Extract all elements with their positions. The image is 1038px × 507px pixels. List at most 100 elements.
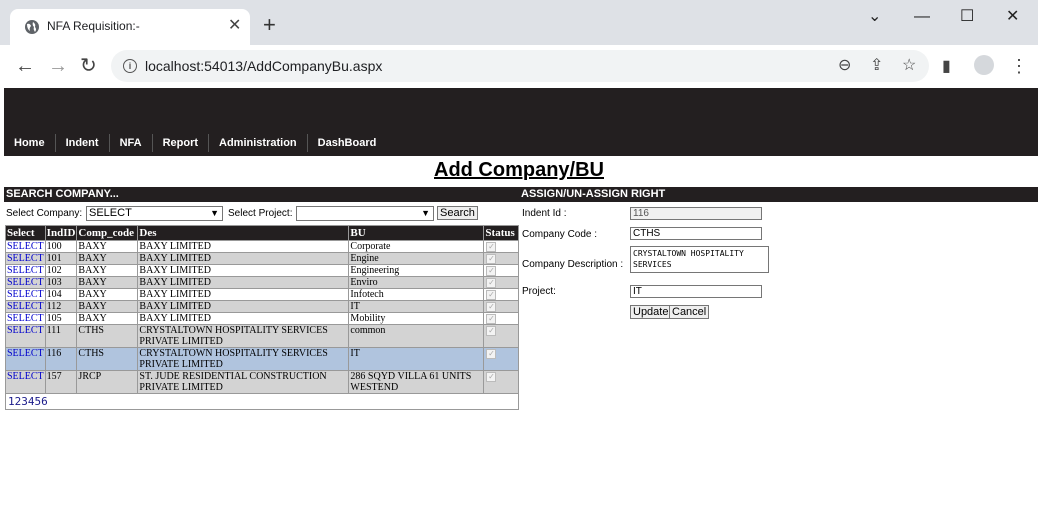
forward-icon[interactable]: → xyxy=(48,56,68,76)
cell-status: ✓ xyxy=(483,252,519,265)
cell-indid: 104 xyxy=(44,288,78,301)
zoom-icon[interactable]: ⊖ xyxy=(838,56,851,76)
bookmark-star-icon[interactable]: ☆ xyxy=(902,56,916,76)
company-code-field[interactable]: CTHS xyxy=(630,227,762,240)
company-code-label: Company Code : xyxy=(522,229,598,240)
cell-comp-code-text: BAXY xyxy=(78,313,107,324)
cell-bu: Corporate xyxy=(348,240,485,253)
select-link: SELECT xyxy=(5,324,46,348)
cell-bu-text: Engine xyxy=(350,253,379,264)
col-comp-code: Comp_code xyxy=(76,225,139,241)
cell-indid-text: 101 xyxy=(46,253,62,264)
cell-comp-code: BAXY xyxy=(76,252,139,265)
url-text: localhost:54013/AddCompanyBu.aspx xyxy=(145,58,383,74)
cell-des-text: BAXY LIMITED xyxy=(139,301,211,312)
new-tab-icon[interactable]: + xyxy=(263,14,276,36)
select-link: SELECT xyxy=(5,252,46,265)
update-button[interactable]: Update xyxy=(630,305,672,319)
maximize-icon[interactable]: ☐ xyxy=(960,8,974,26)
cell-status: ✓ xyxy=(483,300,519,313)
cell-status: ✓ xyxy=(483,264,519,277)
cell-comp-code-text: BAXY xyxy=(78,265,107,276)
cell-comp-code-text: CTHS xyxy=(78,325,104,336)
cell-status: ✓ xyxy=(483,276,519,289)
profile-avatar-icon[interactable] xyxy=(974,55,994,75)
status-checkbox: ✓ xyxy=(486,290,497,300)
cell-indid-text: 103 xyxy=(46,277,62,288)
indent-id-field[interactable]: 116 xyxy=(630,207,762,220)
select-link-text[interactable]: SELECT xyxy=(7,313,44,324)
browser-tab[interactable]: NFA Requisition:- ✕ xyxy=(10,9,250,45)
browser-toolbar: ← → ↻ i localhost:54013/AddCompanyBu.asp… xyxy=(0,45,1038,89)
select-link-text[interactable]: SELECT xyxy=(7,348,44,359)
menu-report[interactable]: Report xyxy=(153,134,210,152)
col-bu: BU xyxy=(348,225,485,241)
col-des: Des xyxy=(137,225,350,241)
status-checkbox: ✓ xyxy=(486,242,497,252)
select-link-text[interactable]: SELECT xyxy=(7,301,44,312)
cell-bu: Enviro xyxy=(348,276,485,289)
select-link-text[interactable]: SELECT xyxy=(7,265,44,276)
back-icon[interactable]: ← xyxy=(15,56,35,76)
address-bar[interactable]: i localhost:54013/AddCompanyBu.aspx ⊖ ⇪ … xyxy=(111,50,929,82)
select-link-text[interactable]: SELECT xyxy=(7,371,44,382)
status-checkbox: ✓ xyxy=(486,314,497,324)
cell-bu: 286 SQYD VILLA 61 UNITS WESTEND xyxy=(348,370,485,394)
menu-administration[interactable]: Administration xyxy=(209,134,308,152)
select-link-text[interactable]: SELECT xyxy=(7,277,44,288)
cell-des-text: BAXY LIMITED xyxy=(139,277,211,288)
cell-bu: Infotech xyxy=(348,288,485,301)
cell-indid: 102 xyxy=(44,264,78,277)
share-icon[interactable]: ⇪ xyxy=(870,56,883,76)
globe-icon xyxy=(25,20,39,34)
pager-links[interactable]: 123456 xyxy=(5,393,519,410)
select-link-text[interactable]: SELECT xyxy=(7,253,44,264)
cell-bu-text: 286 SQYD VILLA 61 UNITS WESTEND xyxy=(350,371,472,393)
company-label: Select Company: xyxy=(6,208,83,219)
cell-des: BAXY LIMITED xyxy=(137,276,350,289)
select-link: SELECT xyxy=(5,300,46,313)
cell-des-text: BAXY LIMITED xyxy=(139,289,211,300)
project-field-label: Project: xyxy=(522,286,556,297)
cell-indid: 112 xyxy=(44,300,78,313)
company-select[interactable]: SELECT ▼ xyxy=(86,206,223,221)
side-panel-icon[interactable]: ▮ xyxy=(942,57,951,77)
project-label: Select Project: xyxy=(228,208,293,219)
cell-comp-code: CTHS xyxy=(76,347,139,371)
main-menu: Home Indent NFA Report Administration Da… xyxy=(4,134,386,152)
table-row: SELECT 111 CTHS CRYSTALTOWN HOSPITALITY SER… xyxy=(5,324,519,348)
company-description-field[interactable]: CRYSTALTOWN HOSPITALITY SERVICES xyxy=(630,246,769,273)
cancel-button[interactable]: Cancel xyxy=(669,305,710,319)
chevron-down-icon[interactable]: ⌄ xyxy=(868,8,881,26)
table-row: SELECT 103 BAXY BAXY LIMITED Enviro ✓ xyxy=(5,276,519,289)
menu-home[interactable]: Home xyxy=(4,134,56,152)
browser-tab-bar: NFA Requisition:- ✕ + ⌄ — ☐ ✕ xyxy=(0,0,1038,45)
tab-close-icon[interactable]: ✕ xyxy=(228,17,241,35)
cell-comp-code: CTHS xyxy=(76,324,139,348)
minimize-icon[interactable]: — xyxy=(914,8,930,26)
cell-comp-code-text: CTHS xyxy=(78,348,104,359)
cell-comp-code: BAXY xyxy=(76,264,139,277)
cell-des: BAXY LIMITED xyxy=(137,240,350,253)
status-checkbox: ✓ xyxy=(486,254,497,264)
project-select[interactable]: ▼ xyxy=(296,206,434,221)
search-button[interactable]: Search xyxy=(437,206,478,220)
select-link-text[interactable]: SELECT xyxy=(7,289,44,300)
more-menu-icon[interactable]: ⋮ xyxy=(1010,56,1028,76)
status-checkbox: ✓ xyxy=(486,266,497,276)
select-link: SELECT xyxy=(5,276,46,289)
menu-dashboard[interactable]: DashBoard xyxy=(308,134,387,152)
menu-indent[interactable]: Indent xyxy=(56,134,110,152)
close-window-icon[interactable]: ✕ xyxy=(1006,8,1019,26)
cell-comp-code-text: BAXY xyxy=(78,289,107,300)
cell-bu-text: IT xyxy=(350,301,360,312)
col-select: Select xyxy=(5,225,46,241)
select-link-text[interactable]: SELECT xyxy=(7,325,44,336)
menu-nfa[interactable]: NFA xyxy=(110,134,153,152)
reload-icon[interactable]: ↻ xyxy=(80,56,97,76)
select-link-text[interactable]: SELECT xyxy=(7,241,44,252)
cell-des-text: CRYSTALTOWN HOSPITALITY SERVICES PRIVATE… xyxy=(139,348,328,370)
cell-bu: IT xyxy=(348,300,485,313)
info-icon[interactable]: i xyxy=(123,59,137,73)
project-field[interactable]: IT xyxy=(630,285,762,298)
